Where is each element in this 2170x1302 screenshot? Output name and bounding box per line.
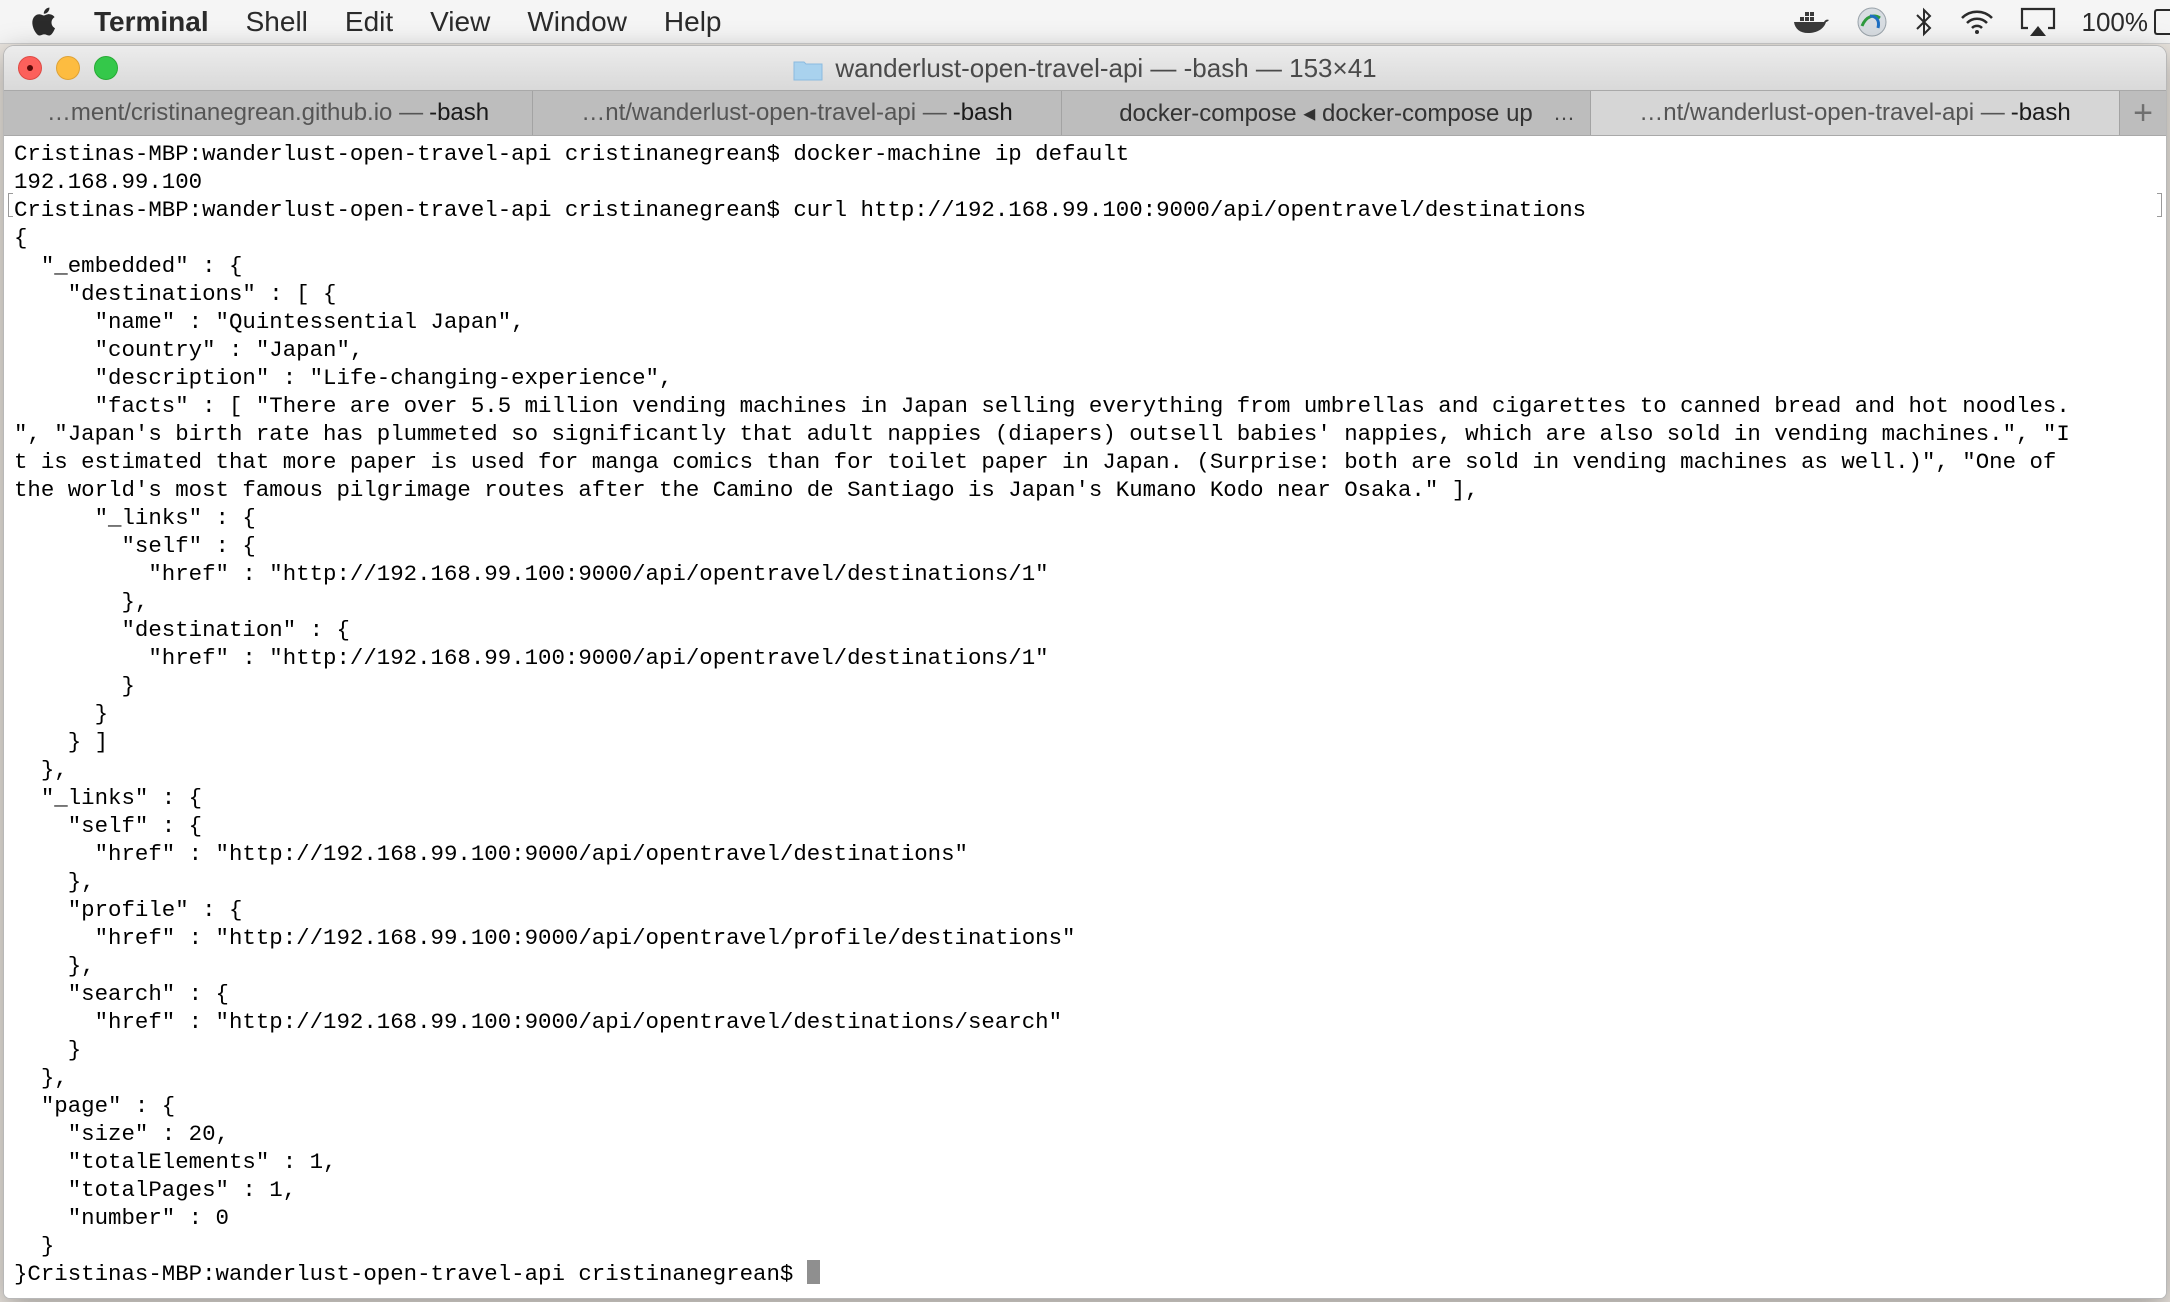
terminal-line: "search" : { (14, 981, 229, 1007)
terminal-line: }, (14, 1065, 68, 1091)
menu-shell[interactable]: Shell (246, 6, 308, 38)
text-cursor (806, 1260, 820, 1284)
apple-logo-icon[interactable] (28, 6, 58, 38)
folder-icon (793, 57, 823, 81)
terminal-line: "href" : "http://192.168.99.100:9000/api… (14, 925, 1076, 951)
tab-path: docker-compose ◂ docker-compose up (1119, 99, 1533, 127)
terminal-line: } (14, 673, 135, 699)
tab-path: …ment/cristinanegrean.github.io — (46, 99, 424, 126)
terminal-line: "destination" : { (14, 617, 350, 643)
terminal-line: "_embedded" : { (14, 253, 243, 279)
tab-process: -bash (2010, 99, 2071, 126)
terminal-line: ", "Japan's birth rate has plummeted so … (14, 421, 2070, 447)
terminal-line: "href" : "http://192.168.99.100:9000/api… (14, 561, 1049, 587)
terminal-line: "self" : { (14, 813, 203, 839)
terminal-line: Cristinas-MBP:wanderlust-open-travel-api… (14, 141, 1130, 167)
terminal-line: }, (14, 869, 95, 895)
terminal-line: } (14, 1233, 55, 1259)
terminal-line: }, (14, 953, 95, 979)
terminal-line: "_links" : { (14, 785, 203, 811)
minimize-button[interactable] (56, 56, 80, 80)
terminal-line: "href" : "http://192.168.99.100:9000/api… (14, 1009, 1063, 1035)
terminal-line: the world's most famous pilgrimage route… (14, 477, 1479, 503)
prompt-line[interactable]: }Cristinas-MBP:wanderlust-open-travel-ap… (14, 1260, 2166, 1288)
docker-icon[interactable] (1792, 9, 1830, 35)
title-bar[interactable]: wanderlust-open-travel-api — -bash — 153… (4, 46, 2166, 90)
tab-more-indicator: … (1553, 100, 1576, 125)
terminal-line: "facts" : [ "There are over 5.5 million … (14, 393, 2070, 419)
terminal-line: Cristinas-MBP:wanderlust-open-travel-api… (14, 197, 1587, 223)
window-title-text: wanderlust-open-travel-api — -bash — 153… (835, 52, 1377, 83)
menu-help[interactable]: Help (664, 6, 722, 38)
airplay-icon[interactable] (2020, 7, 2056, 37)
window-controls (18, 56, 132, 80)
tab-docker-compose[interactable]: docker-compose ◂ docker-compose up … (1062, 91, 1591, 135)
menu-app-terminal[interactable]: Terminal (94, 6, 209, 38)
wifi-icon[interactable] (1960, 9, 1994, 35)
battery-icon[interactable] (2154, 9, 2170, 35)
terminal-line: "name" : "Quintessential Japan", (14, 309, 525, 335)
tab-wanderlust-1[interactable]: …nt/wanderlust-open-travel-api — -bash (533, 91, 1062, 135)
tab-github-io[interactable]: …ment/cristinanegrean.github.io — -bash (4, 91, 533, 135)
menu-bar: Terminal Shell Edit View Window Help 100… (0, 0, 2170, 44)
terminal-lines: Cristinas-MBP:wanderlust-open-travel-api… (14, 140, 2166, 1260)
terminal-window: wanderlust-open-travel-api — -bash — 153… (4, 46, 2166, 1298)
tab-bar: …ment/cristinanegrean.github.io — -bash … (4, 90, 2166, 136)
terminal-line: "destinations" : [ { (14, 281, 337, 307)
battery-percentage[interactable]: 100% (2082, 7, 2149, 38)
prompt-text: }Cristinas-MBP:wanderlust-open-travel-ap… (14, 1261, 807, 1287)
mark-bracket-right (2157, 193, 2162, 217)
menu-view[interactable]: View (430, 6, 490, 38)
new-tab-button[interactable]: + (2120, 91, 2166, 135)
terminal-line: } (14, 701, 109, 727)
bluetooth-icon[interactable] (1914, 7, 1934, 37)
terminal-line: } (14, 1037, 82, 1063)
terminal-line: "totalPages" : 1, (14, 1177, 297, 1203)
terminal-line: "href" : "http://192.168.99.100:9000/api… (14, 645, 1049, 671)
window-title: wanderlust-open-travel-api — -bash — 153… (793, 52, 1377, 84)
terminal-line: "size" : 20, (14, 1121, 229, 1147)
status-area: 100% (1792, 0, 2170, 44)
tab-path: …nt/wanderlust-open-travel-api — (1639, 99, 2005, 126)
terminal-line: t is estimated that more paper is used f… (14, 449, 2057, 475)
terminal-line: 192.168.99.100 (14, 169, 203, 195)
terminal-line: "page" : { (14, 1093, 176, 1119)
zoom-button[interactable] (94, 56, 118, 80)
terminal-line: "profile" : { (14, 897, 243, 923)
terminal-line: }, (14, 589, 149, 615)
terminal-line: "totalElements" : 1, (14, 1149, 337, 1175)
terminal-line: } ] (14, 729, 109, 755)
mark-bracket-left (8, 193, 13, 217)
terminal-line: "description" : "Life-changing-experienc… (14, 365, 673, 391)
tab-process: -bash (429, 99, 490, 126)
terminal-line: }, (14, 757, 68, 783)
tab-path: …nt/wanderlust-open-travel-api — (581, 99, 947, 126)
terminal-output[interactable]: Cristinas-MBP:wanderlust-open-travel-api… (4, 136, 2166, 1298)
tab-wanderlust-active[interactable]: …nt/wanderlust-open-travel-api — -bash (1591, 91, 2120, 135)
terminal-line: "_links" : { (14, 505, 256, 531)
tab-process: -bash (952, 99, 1013, 126)
terminal-line: "number" : 0 (14, 1205, 229, 1231)
terminal-line: "self" : { (14, 533, 256, 559)
menu-window[interactable]: Window (527, 6, 627, 38)
terminal-line: "country" : "Japan", (14, 337, 364, 363)
close-button[interactable] (18, 56, 42, 80)
terminal-line: "href" : "http://192.168.99.100:9000/api… (14, 841, 968, 867)
terminal-line: { (14, 225, 28, 251)
menu-edit[interactable]: Edit (345, 6, 393, 38)
globe-vpn-icon[interactable] (1856, 6, 1888, 38)
